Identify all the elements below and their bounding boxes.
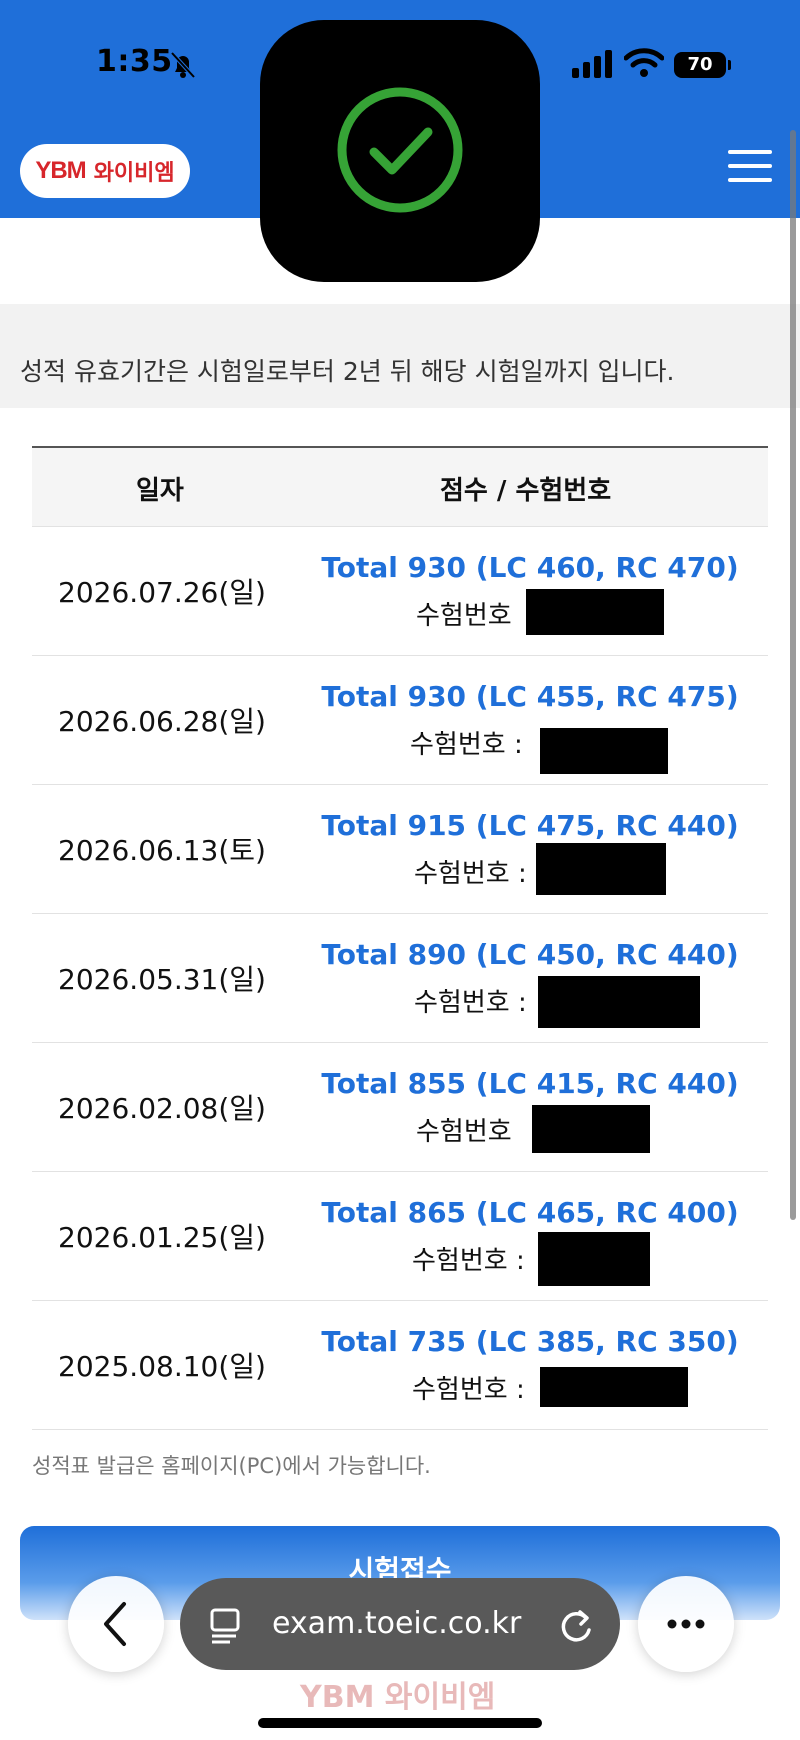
more-button[interactable]	[638, 1576, 734, 1672]
redaction-box	[540, 1367, 688, 1407]
redaction-box	[540, 728, 668, 774]
row-score[interactable]: Total 890 (LC 450, RC 440)	[292, 938, 768, 971]
table-row: 2026.06.13(토) Total 915 (LC 475, RC 440)…	[32, 785, 768, 914]
table-row: 2025.08.10(일) Total 735 (LC 385, RC 350)…	[32, 1301, 768, 1430]
ybm-logo[interactable]: YBM 와이비엠	[20, 144, 190, 198]
back-chevron-icon	[104, 1602, 126, 1646]
table-row: 2026.06.28(일) Total 930 (LC 455, RC 475)…	[32, 656, 768, 785]
row-date: 2026.07.26(일)	[58, 576, 266, 609]
row-id-label: 수험번호 :	[414, 859, 527, 889]
table-row: 2026.07.26(일) Total 930 (LC 460, RC 470)…	[32, 527, 768, 656]
scrollbar[interactable]	[790, 130, 796, 1220]
bell-slash-icon	[170, 51, 196, 79]
notice-text: 성적 유효기간은 시험일로부터 2년 뒤 해당 시험일까지 입니다.	[20, 357, 675, 386]
table-row: 2026.01.25(일) Total 865 (LC 465, RC 400)…	[32, 1172, 768, 1301]
back-button[interactable]	[68, 1576, 164, 1672]
score-table: 일자 점수 / 수험번호 2026.07.26(일) Total 930 (LC…	[32, 446, 768, 1430]
row-date: 2026.06.13(토)	[58, 834, 266, 867]
redaction-box	[526, 589, 664, 635]
reload-icon[interactable]	[556, 1606, 596, 1646]
logo-mark: YBM	[35, 157, 86, 184]
row-date: 2025.08.10(일)	[58, 1350, 266, 1383]
row-score[interactable]: Total 915 (LC 475, RC 440)	[292, 809, 768, 842]
wifi-icon	[624, 48, 664, 77]
url-text[interactable]: exam.toeic.co.kr	[272, 1606, 521, 1641]
more-icon	[667, 1619, 705, 1629]
success-overlay	[260, 20, 540, 282]
row-id-label: 수험번호 :	[410, 730, 523, 760]
row-score[interactable]: Total 930 (LC 455, RC 475)	[292, 680, 768, 713]
footnote: 성적표 발급은 홈페이지(PC)에서 가능합니다.	[32, 1454, 431, 1478]
battery-icon: 70	[674, 52, 731, 78]
menu-icon[interactable]	[728, 150, 772, 190]
table-header: 일자 점수 / 수험번호	[32, 446, 768, 527]
row-date: 2026.01.25(일)	[58, 1221, 266, 1254]
table-row: 2026.05.31(일) Total 890 (LC 450, RC 440)…	[32, 914, 768, 1043]
signal-icon	[572, 50, 612, 78]
home-indicator[interactable]	[258, 1718, 542, 1728]
redaction-box	[536, 843, 666, 895]
redaction-box	[532, 1105, 650, 1153]
footer-logo: YBM 와이비엠	[300, 1680, 496, 1715]
row-id-label: 수험번호 :	[412, 1375, 525, 1405]
status-time: 1:35	[96, 44, 173, 79]
header-score: 점수 / 수험번호	[440, 476, 612, 506]
table-row: 2026.02.08(일) Total 855 (LC 415, RC 440)…	[32, 1043, 768, 1172]
row-date: 2026.05.31(일)	[58, 963, 266, 996]
redaction-box	[538, 976, 700, 1028]
row-score[interactable]: Total 855 (LC 415, RC 440)	[292, 1067, 768, 1100]
row-date: 2026.02.08(일)	[58, 1092, 266, 1125]
row-id-label: 수험번호 :	[414, 988, 527, 1018]
row-id-label: 수험번호	[416, 601, 512, 631]
row-date: 2026.06.28(일)	[58, 705, 266, 738]
redaction-box	[538, 1232, 650, 1286]
row-score[interactable]: Total 735 (LC 385, RC 350)	[292, 1325, 768, 1358]
row-score[interactable]: Total 930 (LC 460, RC 470)	[292, 551, 768, 584]
header-date: 일자	[136, 476, 184, 506]
row-id-label: 수험번호	[416, 1117, 512, 1147]
checkmark-icon	[337, 87, 463, 213]
row-id-label: 수험번호 :	[412, 1246, 525, 1276]
logo-text: 와이비엠	[93, 161, 175, 186]
row-score[interactable]: Total 865 (LC 465, RC 400)	[292, 1196, 768, 1229]
tabs-icon[interactable]	[208, 1604, 248, 1644]
